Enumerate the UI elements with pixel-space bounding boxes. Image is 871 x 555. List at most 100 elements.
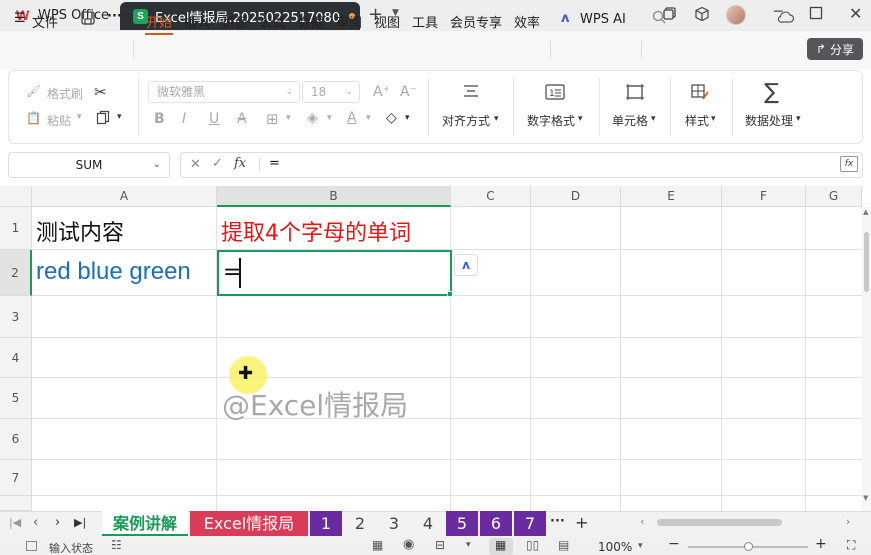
menu-tab-insert[interactable]: 插入	[184, 12, 210, 31]
menu-tab-review[interactable]: 审阅	[336, 12, 362, 31]
menu-tab-view[interactable]: 视图	[374, 12, 400, 31]
format-painter-button[interactable]: 格式刷	[47, 85, 83, 102]
align-icon[interactable]	[462, 83, 480, 104]
increase-font-icon[interactable]: A⁺	[373, 84, 390, 100]
row-header-8[interactable]	[0, 496, 32, 511]
cell-dropdown-icon[interactable]: ▾	[651, 114, 656, 124]
column-header-a[interactable]: A	[32, 186, 217, 207]
next-sheet-icon[interactable]: ›	[55, 515, 60, 530]
copy-icon[interactable]	[96, 110, 111, 128]
font-name-select[interactable]: 微软雅黑 ⌄	[148, 81, 300, 103]
font-size-select[interactable]: 18 ⌄	[302, 81, 360, 103]
scroll-left-icon[interactable]: ‹	[640, 515, 644, 528]
row-header-1[interactable]: 1	[0, 207, 32, 250]
fill-handle[interactable]	[447, 291, 453, 297]
row-header-3[interactable]: 3	[0, 296, 32, 338]
cell-a1[interactable]: 测试内容	[36, 215, 124, 247]
macro-record-icon[interactable]	[26, 541, 37, 551]
fill-color-dropdown-icon[interactable]: ▾	[327, 113, 332, 123]
more-sheets-button[interactable]: ···	[550, 514, 565, 529]
scroll-down-icon[interactable]: ▼	[863, 494, 868, 502]
menu-tab-member[interactable]: 会员专享	[450, 12, 502, 31]
style-icon[interactable]	[690, 83, 710, 104]
hamburger-icon[interactable]: ☰	[14, 11, 26, 26]
share-button[interactable]: ↱ 分享	[807, 38, 863, 60]
column-header-b[interactable]: B	[217, 186, 451, 207]
paste-dropdown-icon[interactable]: ▾	[77, 112, 82, 122]
sheet-tab-7[interactable]: 7	[514, 511, 546, 536]
sheet-tab-excel[interactable]: Excel情报局	[190, 511, 308, 536]
number-format-dropdown-icon[interactable]: ▾	[578, 114, 583, 124]
style-button[interactable]: 样式	[685, 112, 709, 129]
view-dropdown-icon[interactable]: ▾	[466, 540, 471, 550]
cell-icon[interactable]	[625, 83, 645, 104]
clear-format-icon[interactable]: ◇	[386, 110, 397, 126]
font-color-icon[interactable]: A	[347, 110, 357, 126]
scroll-right-icon[interactable]: ›	[846, 515, 850, 528]
confirm-icon[interactable]: ✓	[212, 156, 223, 171]
menu-file[interactable]: 文件	[32, 12, 58, 31]
save-icon[interactable]	[80, 10, 96, 30]
zoom-out-button[interactable]: −	[668, 536, 680, 552]
first-sheet-icon[interactable]: |◀	[9, 516, 21, 529]
sheet-tab-4[interactable]: 4	[412, 511, 444, 536]
user-avatar[interactable]	[726, 5, 746, 25]
row-header-4[interactable]: 4	[0, 338, 32, 378]
column-header-d[interactable]: D	[531, 186, 621, 207]
border-dropdown-icon[interactable]: ▾	[286, 113, 291, 123]
add-sheet-button[interactable]: +	[575, 513, 588, 532]
paginate-icon[interactable]: ⊟	[435, 538, 445, 552]
number-format-button[interactable]: 数字格式	[527, 112, 575, 129]
fullscreen-icon[interactable]: ⛶	[847, 538, 855, 553]
wps-ai-cell-icon[interactable]: ʌ	[454, 254, 478, 276]
menu-tab-data[interactable]: 数据	[298, 12, 324, 31]
sheet-tab-5[interactable]: 5	[446, 511, 478, 536]
row-header-6[interactable]: 6	[0, 419, 32, 460]
column-header-f[interactable]: F	[722, 186, 806, 207]
formula-input[interactable]: =	[269, 156, 280, 171]
cut-icon[interactable]: ✂	[94, 83, 107, 101]
prev-sheet-icon[interactable]: ‹	[33, 515, 38, 530]
format-painter-icon[interactable]: 🖌	[26, 84, 41, 98]
clear-dropdown-icon[interactable]: ▾	[405, 113, 410, 123]
menu-tab-formulas[interactable]: 公式	[260, 12, 286, 31]
cube-icon[interactable]	[694, 6, 710, 26]
style-dropdown-icon[interactable]: ▾	[711, 114, 716, 124]
search-icon[interactable]	[652, 10, 667, 29]
cell-b1[interactable]: 提取4个字母的单词	[221, 215, 411, 247]
more-icon[interactable]: ···	[107, 9, 122, 24]
data-processing-button[interactable]: 数据处理	[745, 112, 793, 129]
wps-ai-button[interactable]: WPS AI	[580, 12, 626, 27]
underline-icon[interactable]: U	[209, 111, 219, 127]
protect-icon[interactable]: ▦	[372, 538, 383, 552]
select-all-corner[interactable]	[0, 186, 32, 207]
active-cell-selection[interactable]	[217, 250, 452, 296]
row-header-7[interactable]: 7	[0, 460, 32, 496]
zoom-slider-thumb[interactable]	[744, 542, 753, 551]
column-header-e[interactable]: E	[621, 186, 722, 207]
zoom-in-button[interactable]: +	[815, 536, 827, 552]
page-layout-icon[interactable]: ▯▯	[526, 538, 539, 552]
align-dropdown-icon[interactable]: ▾	[494, 114, 499, 124]
border-icon[interactable]: ⊞	[266, 110, 279, 128]
menu-tab-tools[interactable]: 工具	[412, 12, 438, 31]
last-sheet-icon[interactable]: ▶|	[74, 516, 86, 529]
menu-tab-page[interactable]: 页面	[222, 12, 248, 31]
scroll-up-icon[interactable]: ▲	[863, 208, 868, 216]
page-break-icon[interactable]: ▤	[558, 538, 569, 552]
vertical-scroll-thumb[interactable]	[864, 232, 869, 292]
accessibility-icon[interactable]: ☷	[111, 538, 122, 552]
maximize-window-icon[interactable]	[809, 6, 823, 24]
column-header-c[interactable]: C	[451, 186, 531, 207]
strikethrough-icon[interactable]: A	[237, 111, 247, 127]
cloud-sync-icon[interactable]	[777, 10, 795, 29]
normal-view-button[interactable]: ▦	[489, 538, 513, 555]
number-format-icon[interactable]: 1	[545, 83, 565, 104]
menu-tab-home[interactable]: 开始	[146, 12, 172, 31]
sheet-tab-2[interactable]: 2	[344, 511, 376, 536]
close-window-icon[interactable]: ✕	[849, 4, 862, 23]
eye-icon[interactable]: ◉	[403, 537, 414, 552]
align-button[interactable]: 对齐方式	[442, 112, 490, 129]
sheet-tab-1[interactable]: 1	[310, 511, 342, 536]
horizontal-scroll-thumb[interactable]	[657, 519, 782, 526]
